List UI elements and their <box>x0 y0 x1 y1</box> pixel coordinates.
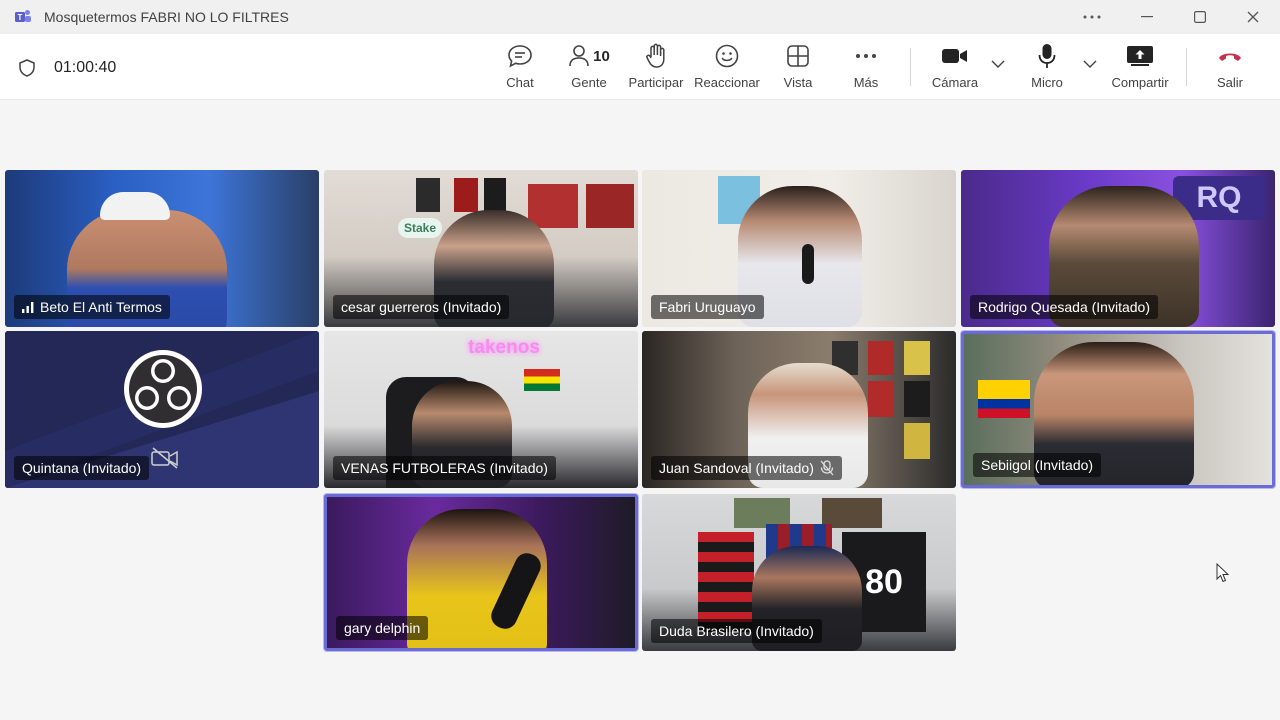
shield-icon[interactable] <box>17 58 37 78</box>
more-button[interactable]: Más <box>852 42 880 94</box>
camera-button[interactable]: Cámara <box>930 42 980 94</box>
participant-name-tag: Juan Sandoval (Invitado) <box>651 456 842 480</box>
participant-name-tag: Duda Brasilero (Invitado) <box>651 619 822 643</box>
more-label: Más <box>853 75 879 90</box>
svg-text:T: T <box>18 13 23 22</box>
bolivia-flag <box>524 369 560 391</box>
share-button[interactable]: Compartir <box>1108 42 1172 94</box>
stake-sign: Stake <box>398 218 442 238</box>
raise-hand-button[interactable]: Participar <box>628 42 684 94</box>
participant-tile[interactable]: Fabri Uruguayo <box>642 170 956 327</box>
microphone-icon <box>1038 44 1056 68</box>
participant-name: Rodrigo Quesada (Invitado) <box>978 299 1150 315</box>
share-screen-icon <box>1127 46 1153 66</box>
minimize-button[interactable] <box>1121 0 1173 34</box>
close-icon <box>1247 11 1259 23</box>
smiley-icon <box>715 44 739 68</box>
participant-tile-speaking[interactable]: gary delphin <box>324 494 638 651</box>
window-title: Mosquetermos FABRI NO LO FILTRES <box>44 9 289 25</box>
participant-name: VENAS FUTBOLERAS (Invitado) <box>341 460 548 476</box>
react-label: Reaccionar <box>694 75 760 90</box>
participant-name: Duda Brasilero (Invitado) <box>659 623 814 639</box>
react-button[interactable]: Reaccionar <box>694 42 760 94</box>
leave-button[interactable]: Salir <box>1212 42 1248 94</box>
participant-tile[interactable]: Beto El Anti Termos <box>5 170 319 327</box>
title-bar: T Mosquetermos FABRI NO LO FILTRES <box>0 0 1280 34</box>
more-icon <box>856 54 876 58</box>
camera-options-chevron-icon[interactable] <box>991 60 1005 68</box>
participant-name: Sebiigol (Invitado) <box>981 457 1094 473</box>
raise-hand-label: Participar <box>628 75 684 90</box>
camera-off-icon <box>151 447 178 469</box>
participant-name: Quintana (Invitado) <box>22 460 142 476</box>
participant-name: Juan Sandoval (Invitado) <box>659 460 814 476</box>
share-label: Compartir <box>1111 75 1169 90</box>
people-icon <box>569 45 589 67</box>
obs-logo-icon <box>124 350 202 428</box>
chat-icon <box>508 45 532 68</box>
view-label: Vista <box>783 75 813 90</box>
teams-logo-icon: T <box>15 10 31 22</box>
signal-bars-icon <box>22 301 34 313</box>
participant-name-tag: VENAS FUTBOLERAS (Invitado) <box>333 456 556 480</box>
participant-tile[interactable]: 80 Duda Brasilero (Invitado) <box>642 494 956 651</box>
people-count: 10 <box>593 47 610 65</box>
participant-name: cesar guerreros (Invitado) <box>341 299 502 315</box>
meeting-timer: 01:00:40 <box>54 59 117 76</box>
maximize-icon <box>1194 11 1206 23</box>
leave-label: Salir <box>1216 75 1243 90</box>
mic-button[interactable]: Micro <box>1028 42 1066 94</box>
participant-tile-speaking[interactable]: Sebiigol (Invitado) <box>961 331 1275 488</box>
participant-name-tag: Sebiigol (Invitado) <box>973 453 1102 477</box>
participant-tile[interactable]: Stake cesar guerreros (Invitado) <box>324 170 638 327</box>
hang-up-icon <box>1219 53 1241 61</box>
participant-name: Beto El Anti Termos <box>40 299 162 315</box>
minimize-icon <box>1141 16 1153 18</box>
participant-tile[interactable]: RQ Rodrigo Quesada (Invitado) <box>961 170 1275 327</box>
maximize-button[interactable] <box>1174 0 1226 34</box>
participant-name-tag: Quintana (Invitado) <box>14 456 150 480</box>
raise-hand-icon <box>646 43 665 68</box>
participant-name-tag: cesar guerreros (Invitado) <box>333 295 510 319</box>
participant-tile[interactable]: Quintana (Invitado) <box>5 331 319 488</box>
mic-label: Micro <box>1031 75 1063 90</box>
ellipsis-icon <box>1083 15 1101 19</box>
more-window-options-button[interactable] <box>1066 0 1118 34</box>
toolbar-divider <box>910 48 911 86</box>
participant-name: Fabri Uruguayo <box>659 299 756 315</box>
participant-tile[interactable]: Juan Sandoval (Invitado) <box>642 331 956 488</box>
participant-name-tag: gary delphin <box>336 616 429 640</box>
toolbar-divider <box>1186 48 1187 86</box>
mic-options-chevron-icon[interactable] <box>1083 60 1097 68</box>
participant-name-tag: Rodrigo Quesada (Invitado) <box>970 295 1158 319</box>
ecuador-flag <box>978 380 1030 418</box>
grid-view-icon <box>787 45 809 67</box>
mouse-cursor-icon <box>1216 563 1230 583</box>
chat-button[interactable]: Chat <box>502 42 538 94</box>
people-button[interactable]: 10 Gente <box>566 42 612 94</box>
camera-label: Cámara <box>931 75 979 90</box>
close-button[interactable] <box>1227 0 1279 34</box>
participant-name-tag: Fabri Uruguayo <box>651 295 764 319</box>
meeting-toolbar: 01:00:40 Chat 10 Gente Participar Reacci… <box>0 34 1280 100</box>
mic-off-icon <box>820 460 834 476</box>
chat-label: Chat <box>506 75 534 90</box>
participant-name: gary delphin <box>344 620 421 636</box>
people-label: Gente <box>571 75 607 90</box>
camera-icon <box>942 49 967 63</box>
participant-tile[interactable]: takenos VENAS FUTBOLERAS (Invitado) <box>324 331 638 488</box>
view-button[interactable]: Vista <box>783 42 813 94</box>
participant-name-tag: Beto El Anti Termos <box>14 295 170 319</box>
takenos-neon-sign: takenos <box>468 337 540 358</box>
